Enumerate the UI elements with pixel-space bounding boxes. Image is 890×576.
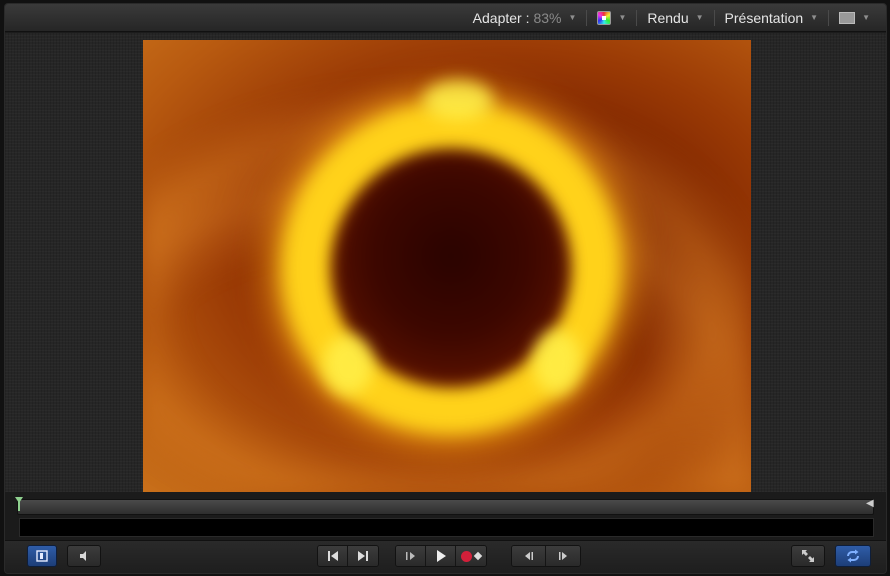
mute-button[interactable] [67, 545, 101, 567]
render-menu[interactable]: Rendu ▼ [641, 4, 709, 32]
go-to-end-button[interactable] [348, 546, 378, 566]
keyframe-diamond-icon [473, 551, 483, 561]
view-menu-label: Présentation [724, 9, 804, 26]
navigation-group [317, 545, 379, 567]
render-menu-label: Rendu [647, 9, 689, 26]
zoom-level-menu[interactable]: Adapter : 83% ▼ [467, 4, 583, 32]
rendered-frame[interactable] [143, 40, 751, 492]
divider [586, 9, 588, 26]
transport-controls [5, 540, 886, 573]
chevron-down-icon: ▼ [810, 13, 819, 22]
play-from-start-button[interactable] [396, 546, 426, 566]
canvas-area[interactable] [5, 33, 886, 492]
play-icon [436, 550, 446, 562]
record-button[interactable] [456, 546, 486, 566]
chevron-down-icon: ▼ [618, 13, 627, 22]
step-group [511, 545, 581, 567]
record-icon [461, 550, 472, 562]
divider [713, 9, 715, 26]
zoom-level-value: 83% [533, 9, 562, 26]
safe-zone-icon [36, 550, 48, 562]
layout-icon [839, 11, 856, 24]
play-from-start-icon [405, 552, 415, 560]
view-menu[interactable]: Présentation ▼ [719, 4, 825, 32]
playback-group [395, 545, 487, 567]
mute-icon [80, 551, 86, 561]
zoom-level-label: Adapter : [472, 9, 530, 26]
step-forward-icon [559, 552, 567, 560]
step-back-icon [524, 552, 533, 560]
go-to-start-icon [327, 551, 338, 561]
color-channels-menu[interactable]: ▼ [591, 4, 632, 32]
canvas-window: Adapter : 83% ▼ ▼ Rendu ▼ Présentation ▼… [4, 3, 887, 574]
timeline-track[interactable] [19, 518, 874, 537]
canvas-toolbar: Adapter : 83% ▼ ▼ Rendu ▼ Présentation ▼… [5, 4, 886, 32]
playhead[interactable] [15, 497, 23, 511]
out-point-marker[interactable]: ◀ [866, 498, 876, 510]
chevron-down-icon: ▼ [862, 13, 870, 22]
loop-button[interactable] [835, 545, 871, 567]
chevron-down-icon: ▼ [568, 13, 577, 22]
timeline-ruler[interactable] [17, 499, 874, 515]
fullscreen-button[interactable] [791, 545, 825, 567]
ring-highlight [533, 330, 581, 394]
go-to-start-button[interactable] [318, 546, 348, 566]
color-channels-icon [597, 10, 612, 25]
divider [636, 9, 638, 26]
play-button[interactable] [426, 546, 456, 566]
layout-menu[interactable]: ▼ [833, 4, 876, 32]
step-back-button[interactable] [512, 546, 546, 566]
fullscreen-icon [802, 550, 814, 562]
step-forward-button[interactable] [546, 546, 580, 566]
loop-icon [847, 549, 859, 563]
safe-zone-button[interactable] [27, 545, 57, 567]
go-to-end-icon [358, 551, 368, 561]
ring-highlight [423, 80, 493, 120]
chevron-down-icon: ▼ [695, 13, 704, 22]
mini-timeline: ◀ [5, 492, 886, 540]
ring-highlight [323, 335, 373, 395]
divider [828, 9, 830, 26]
